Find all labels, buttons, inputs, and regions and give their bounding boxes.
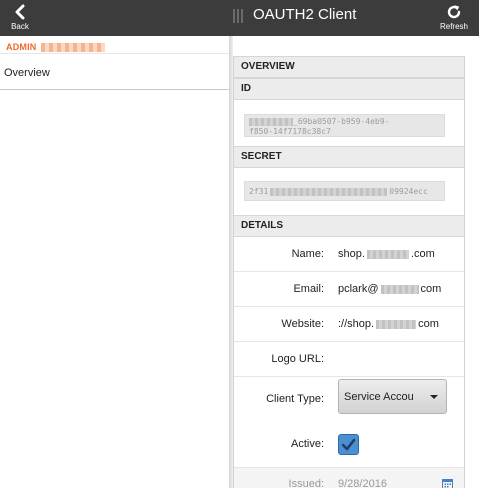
calendar-icon[interactable] [442,478,453,488]
refresh-label: Refresh [439,22,468,31]
email-value[interactable]: pclark@ com [338,283,441,295]
redacted-text [376,319,417,329]
name-value-end: .com [410,248,435,260]
section-header-details: DETAILS [234,215,464,237]
email-label: Email: [293,283,324,295]
back-button[interactable]: Back [6,0,34,36]
email-value-end: com [420,283,442,295]
website-label: Website: [281,318,324,330]
redacted-text [249,118,293,126]
client-type-select[interactable]: Service Accou [338,379,447,414]
sidebar-item-overview[interactable]: Overview [4,67,50,79]
field-row-website: Website: ://shop. com [234,308,464,342]
caret-down-icon [430,395,438,399]
client-detail-card: OVERVIEW ID _69ba0507-b959-4eb9- f850-14… [233,56,465,488]
top-bar: Back OAUTH2 Client Refresh [0,0,479,36]
sidebar: ADMIN Overview [0,36,229,488]
section-header-overview: OVERVIEW [234,56,464,78]
client-type-label: Client Type: [266,393,324,405]
section-header-id: ID [234,78,464,100]
client-type-selected: Service Accou [344,390,414,403]
detail-pane: OVERVIEW ID _69ba0507-b959-4eb9- f850-14… [233,36,479,488]
website-value-start: ://shop. [338,318,375,330]
client-id-line2: f850-14f7178c38c7 [249,127,331,136]
admin-label: ADMIN [6,42,37,52]
redacted-text [270,188,388,196]
active-checkbox[interactable] [338,434,359,455]
section-header-secret: SECRET [234,146,464,168]
website-value-end: com [418,318,439,330]
client-id-line1: _69ba0507-b959-4eb9- [293,117,390,126]
field-row-name: Name: shop. .com [234,238,464,272]
field-row-active: Active: [234,426,464,466]
issued-value[interactable]: 9/28/2016 [338,478,387,488]
refresh-button[interactable]: Refresh [436,0,472,36]
name-label: Name: [291,248,324,260]
divider [0,53,229,54]
logo-url-label: Logo URL: [271,353,324,365]
page-title: OAUTH2 Client [253,6,357,23]
admin-header: ADMIN [6,41,105,53]
field-row-logo-url: Logo URL: [234,343,464,377]
client-secret-field[interactable]: 2f31 09924ecc [244,181,445,201]
checkmark-icon [341,438,356,451]
email-value-start: pclark@ [338,283,379,295]
active-label: Active: [290,438,324,450]
redacted-text [366,249,409,259]
field-row-email: Email: pclark@ com [234,273,464,307]
issued-label: Issued: [288,478,324,488]
name-value-start: shop. [338,248,365,260]
website-value[interactable]: ://shop. com [338,318,439,330]
redacted-text [380,284,419,294]
chevron-left-icon [14,0,26,20]
client-id-field[interactable]: _69ba0507-b959-4eb9- f850-14f7178c38c7 [244,114,445,137]
client-secret-end: 09924ecc [389,187,428,196]
drag-handle-icon[interactable] [233,9,243,23]
divider [0,89,229,90]
redacted-org-name [40,42,105,52]
back-label: Back [11,22,29,31]
field-row-issued: Issued: 9/28/2016 [234,467,464,488]
refresh-icon [446,0,462,20]
field-row-client-type: Client Type: Service Accou [234,379,464,420]
client-secret-start: 2f31 [249,187,269,196]
name-value[interactable]: shop. .com [338,248,435,260]
